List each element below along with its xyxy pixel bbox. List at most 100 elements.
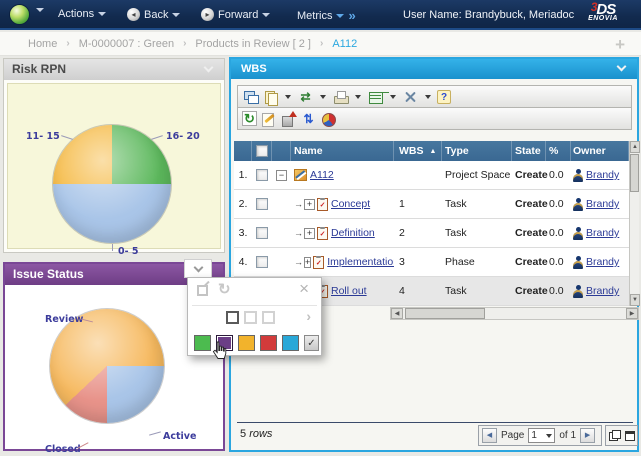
forward-button[interactable]: ▸ Forward	[201, 8, 270, 21]
chart-view-icon[interactable]	[320, 111, 337, 127]
issue-status-menu-button[interactable]	[184, 259, 212, 278]
actions-menu[interactable]: Actions	[58, 8, 106, 20]
open-external-icon[interactable]	[197, 285, 208, 296]
row-count-label: 5 rows	[240, 428, 272, 440]
breadcrumb-home[interactable]: Home	[28, 38, 57, 50]
row-checkbox[interactable]	[256, 256, 268, 268]
wbs-value: 1	[394, 198, 442, 210]
row-checkbox[interactable]	[256, 227, 268, 239]
layout-option-2[interactable]	[244, 311, 257, 324]
color-swatch-green[interactable]	[194, 335, 211, 351]
wbs-table-header-row: Name WBS▲ Type State % Owner	[234, 141, 629, 161]
refresh-icon[interactable]: ↻	[242, 111, 257, 126]
cascade-view-icon[interactable]	[609, 430, 620, 441]
color-swatch-yellow[interactable]	[238, 335, 255, 351]
percent-column-header[interactable]: %	[546, 141, 571, 161]
tools-icon[interactable]	[402, 89, 419, 105]
table-view-icon[interactable]	[367, 89, 384, 105]
breadcrumb-current[interactable]: A112	[332, 38, 357, 50]
breadcrumb: Home › M-0000007 : Green › Products in R…	[0, 32, 641, 56]
owner-link[interactable]: Brandy	[586, 198, 619, 210]
breadcrumb-products[interactable]: Products in Review [ 2 ]	[195, 38, 311, 50]
name-link[interactable]: Implementation	[327, 256, 394, 268]
of-pages-label: of 1	[559, 430, 576, 441]
name-link[interactable]: A112	[310, 169, 334, 181]
issue-status-pie-chart[interactable]	[50, 309, 164, 423]
app-globe-logo-icon[interactable]	[9, 4, 30, 25]
chevron-down-icon[interactable]	[204, 63, 214, 73]
type-value: Project Space	[442, 169, 512, 181]
percent-value: 0.0	[546, 198, 571, 210]
help-icon[interactable]: ?	[437, 90, 451, 104]
dropdown-caret-icon[interactable]	[285, 95, 291, 99]
sort-icon[interactable]: ⇅	[300, 111, 317, 127]
page-select[interactable]: 1	[528, 428, 555, 443]
vertical-scroll-thumb[interactable]	[630, 154, 639, 192]
scroll-left-icon[interactable]: ◀	[391, 308, 403, 319]
risk-rpn-pie-chart[interactable]	[53, 125, 171, 243]
delete-icon[interactable]	[280, 111, 297, 127]
breadcrumb-project[interactable]: M-0000007 : Green	[79, 38, 174, 50]
table-horizontal-scrollbar[interactable]: ◀ ▶	[390, 307, 639, 320]
user-name-label: User Name: Brandybuck, Meriadoc	[403, 9, 574, 21]
dropdown-caret-icon[interactable]	[425, 95, 431, 99]
back-button[interactable]: ◂ Back	[127, 8, 180, 21]
owner-link[interactable]: Brandy	[586, 227, 619, 239]
close-icon[interactable]: ×	[299, 279, 309, 299]
owner-column-header[interactable]: Owner	[571, 141, 629, 161]
scroll-down-icon[interactable]: ▼	[630, 294, 640, 306]
next-page-button[interactable]: ▶	[580, 428, 595, 443]
dropdown-caret-icon[interactable]	[390, 95, 396, 99]
name-link[interactable]: Concept	[331, 198, 370, 210]
risk-rpn-header[interactable]: Risk RPN	[4, 59, 224, 80]
owner-link[interactable]: Brandy	[586, 285, 619, 297]
single-view-icon[interactable]	[624, 430, 635, 441]
metrics-menu[interactable]: Metrics »	[297, 8, 356, 23]
wbs-header[interactable]: WBS	[231, 59, 637, 79]
name-column-header[interactable]: Name	[291, 141, 394, 161]
dropdown-caret-icon[interactable]	[320, 95, 326, 99]
table-row: 4. →+✓Implementation 3 Phase Create 0.0 …	[234, 248, 629, 277]
next-options-icon[interactable]: ›	[306, 308, 311, 324]
person-icon	[573, 256, 583, 269]
owner-link[interactable]: Brandy	[586, 169, 619, 181]
layout-option-1[interactable]	[226, 311, 239, 324]
color-swatch-red[interactable]	[260, 335, 277, 351]
assign-transfer-icon[interactable]: ⇄	[297, 89, 314, 105]
owner-link[interactable]: Brandy	[586, 256, 619, 268]
app-menu-caret[interactable]	[36, 8, 44, 12]
name-link[interactable]: Roll out	[331, 285, 367, 297]
expand-icon[interactable]: +	[304, 199, 315, 210]
apply-check-button[interactable]: ✓	[304, 335, 319, 351]
layout-option-3[interactable]	[262, 311, 275, 324]
name-link[interactable]: Definition	[331, 227, 375, 239]
more-menus-icon[interactable]: »	[348, 8, 355, 23]
refresh-icon[interactable]: ↻	[218, 280, 231, 298]
select-all-checkbox[interactable]	[256, 145, 268, 157]
expand-icon[interactable]: +	[304, 257, 311, 268]
horizontal-scroll-thumb[interactable]	[405, 308, 485, 319]
scroll-up-icon[interactable]: ▲	[630, 141, 640, 153]
collapse-icon[interactable]: −	[276, 170, 287, 181]
row-checkbox[interactable]	[256, 169, 268, 181]
row-checkbox[interactable]	[256, 198, 268, 210]
percent-value: 0.0	[546, 169, 571, 181]
chevron-down-icon[interactable]	[617, 62, 627, 72]
table-vertical-scrollbar[interactable]: ▲ ▼	[629, 141, 639, 306]
print-icon[interactable]	[332, 89, 349, 105]
scroll-right-icon[interactable]: ▶	[626, 308, 638, 319]
copy-new-document-icon[interactable]	[262, 89, 279, 105]
color-swatch-blue[interactable]	[282, 335, 299, 351]
previous-page-button[interactable]: ◀	[482, 428, 497, 443]
portlet-settings-popup: ↻ × › ✓	[187, 277, 322, 356]
wbs-column-header[interactable]: WBS▲	[394, 141, 442, 161]
add-tab-icon[interactable]: +	[615, 35, 625, 55]
back-label: Back	[144, 9, 168, 21]
type-column-header[interactable]: Type	[442, 141, 512, 161]
expand-icon[interactable]: +	[304, 228, 315, 239]
edit-icon[interactable]	[260, 111, 277, 127]
state-column-header[interactable]: State	[512, 141, 546, 161]
dropdown-caret-icon[interactable]	[355, 95, 361, 99]
cascade-windows-icon[interactable]	[242, 89, 259, 105]
percent-value: 0.0	[546, 285, 571, 297]
